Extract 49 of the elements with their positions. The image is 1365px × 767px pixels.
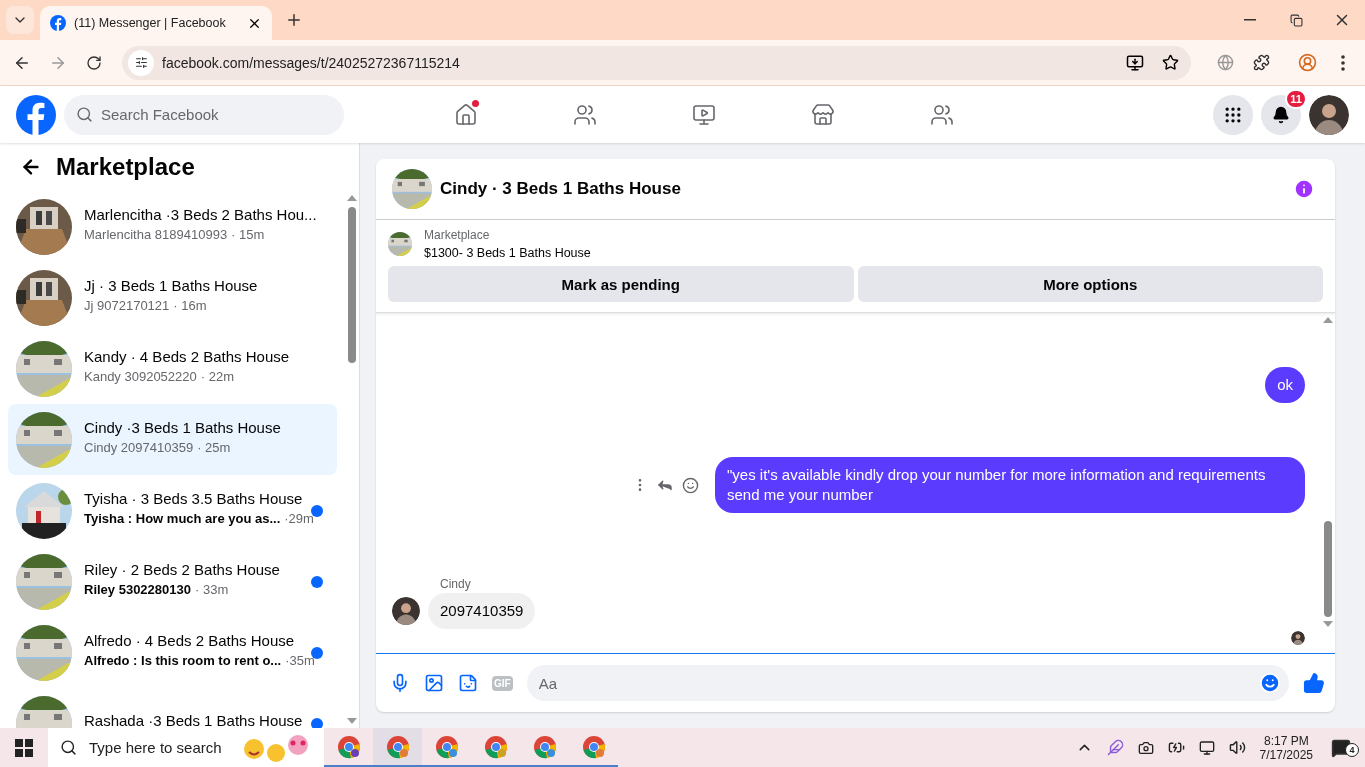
message-bubble: "yes it's available kindly drop your number for more information and requirements send me your number bbox=[715, 457, 1305, 514]
conversation-item[interactable]: Tyisha · 3 Beds 3.5 Baths House Tyisha : How much are you as... ·29m bbox=[8, 475, 337, 546]
search-placeholder: Search Facebook bbox=[101, 106, 219, 123]
conversation-title: Marlencitha ·3 Beds 2 Baths Hou... bbox=[84, 205, 318, 224]
message-time: · 33m bbox=[195, 581, 229, 597]
notification-badge: 11 bbox=[1285, 88, 1307, 109]
conversation-title: Riley · 2 Beds 2 Baths House bbox=[84, 560, 281, 579]
taskbar-search[interactable]: Type here to search bbox=[48, 728, 324, 767]
message-time: · 25m bbox=[197, 439, 231, 455]
url-text: facebook.com/messages/t/24025272367115214 bbox=[162, 54, 461, 71]
conversation-item[interactable]: Marlencitha ·3 Beds 2 Baths Hou... Marlencitha 8189410993 · 15m bbox=[8, 191, 337, 262]
message-preview: Alfredo : Is this room to rent o... bbox=[84, 652, 282, 668]
message-time: · 16m bbox=[173, 297, 207, 313]
conversation-title: Alfredo · 4 Beds 2 Baths House bbox=[84, 631, 296, 650]
conversation-item[interactable]: Jj · 3 Beds 1 Baths House Jj 9072170121 · 16m bbox=[8, 262, 337, 333]
message-time: ·29m bbox=[284, 510, 314, 526]
message-bubble: ok bbox=[1265, 367, 1305, 404]
message-preview: Cindy 2097410359 bbox=[84, 439, 194, 455]
clock-date: 7/17/2025 bbox=[1259, 747, 1313, 762]
message-preview: Marlencitha 8189410993 bbox=[84, 226, 228, 242]
conversation-item[interactable]: Kandy · 4 Beds 2 Baths House Kandy 3092052220 · 22m bbox=[8, 333, 337, 404]
listing-title: $1300- 3 Beds 1 Baths House bbox=[424, 246, 591, 261]
message-time: ·35m bbox=[285, 652, 315, 668]
conversation-title: Kandy · 4 Beds 2 Baths House bbox=[84, 347, 291, 366]
message-time: · 22m bbox=[200, 368, 234, 384]
conversation-item[interactable]: Cindy ·3 Beds 1 Baths House Cindy 2097410359 · 25m bbox=[8, 404, 337, 475]
sidebar-title: Marketplace bbox=[56, 153, 195, 181]
action-button[interactable]: More options bbox=[857, 266, 1323, 303]
listing-label: Marketplace bbox=[424, 228, 491, 243]
search-field[interactable]: Search Facebook bbox=[64, 94, 344, 135]
message-time: · 15m bbox=[231, 226, 265, 242]
action-button[interactable]: Mark as pending bbox=[388, 266, 854, 303]
conversation-title: Cindy ·3 Beds 1 Baths House bbox=[84, 418, 282, 437]
address-bar[interactable]: facebook.com/messages/t/24025272367115214 bbox=[122, 45, 1191, 80]
conversation-item[interactable]: Riley · 2 Beds 2 Baths House Riley 5302280130 · 33m bbox=[8, 546, 337, 617]
conversation-item[interactable]: Alfredo · 4 Beds 2 Baths House Alfredo : Is this room to rent o... ·35m bbox=[8, 617, 337, 688]
search-placeholder: Type here to search bbox=[89, 739, 223, 756]
message-field[interactable]: Aa bbox=[526, 665, 1289, 702]
sender-name: Cindy bbox=[440, 577, 472, 592]
message-preview: Jj 9072170121 bbox=[84, 297, 170, 313]
clock-time: 8:17 PM bbox=[1263, 733, 1309, 748]
message-preview: Tyisha : How much are you as... bbox=[84, 510, 281, 526]
chat-title: Cindy · 3 Beds 1 Baths House bbox=[440, 179, 682, 200]
tab-title: (11) Messenger | Facebook bbox=[74, 16, 227, 30]
message-preview: Kandy 3092052220 bbox=[84, 368, 197, 384]
message-preview: Riley 5302280130 bbox=[84, 581, 191, 597]
message-bubble: 2097410359 bbox=[428, 593, 536, 630]
browser-tab[interactable]: (11) Messenger | Facebook bbox=[40, 6, 272, 40]
conversation-title: Jj · 3 Beds 1 Baths House bbox=[84, 276, 259, 295]
